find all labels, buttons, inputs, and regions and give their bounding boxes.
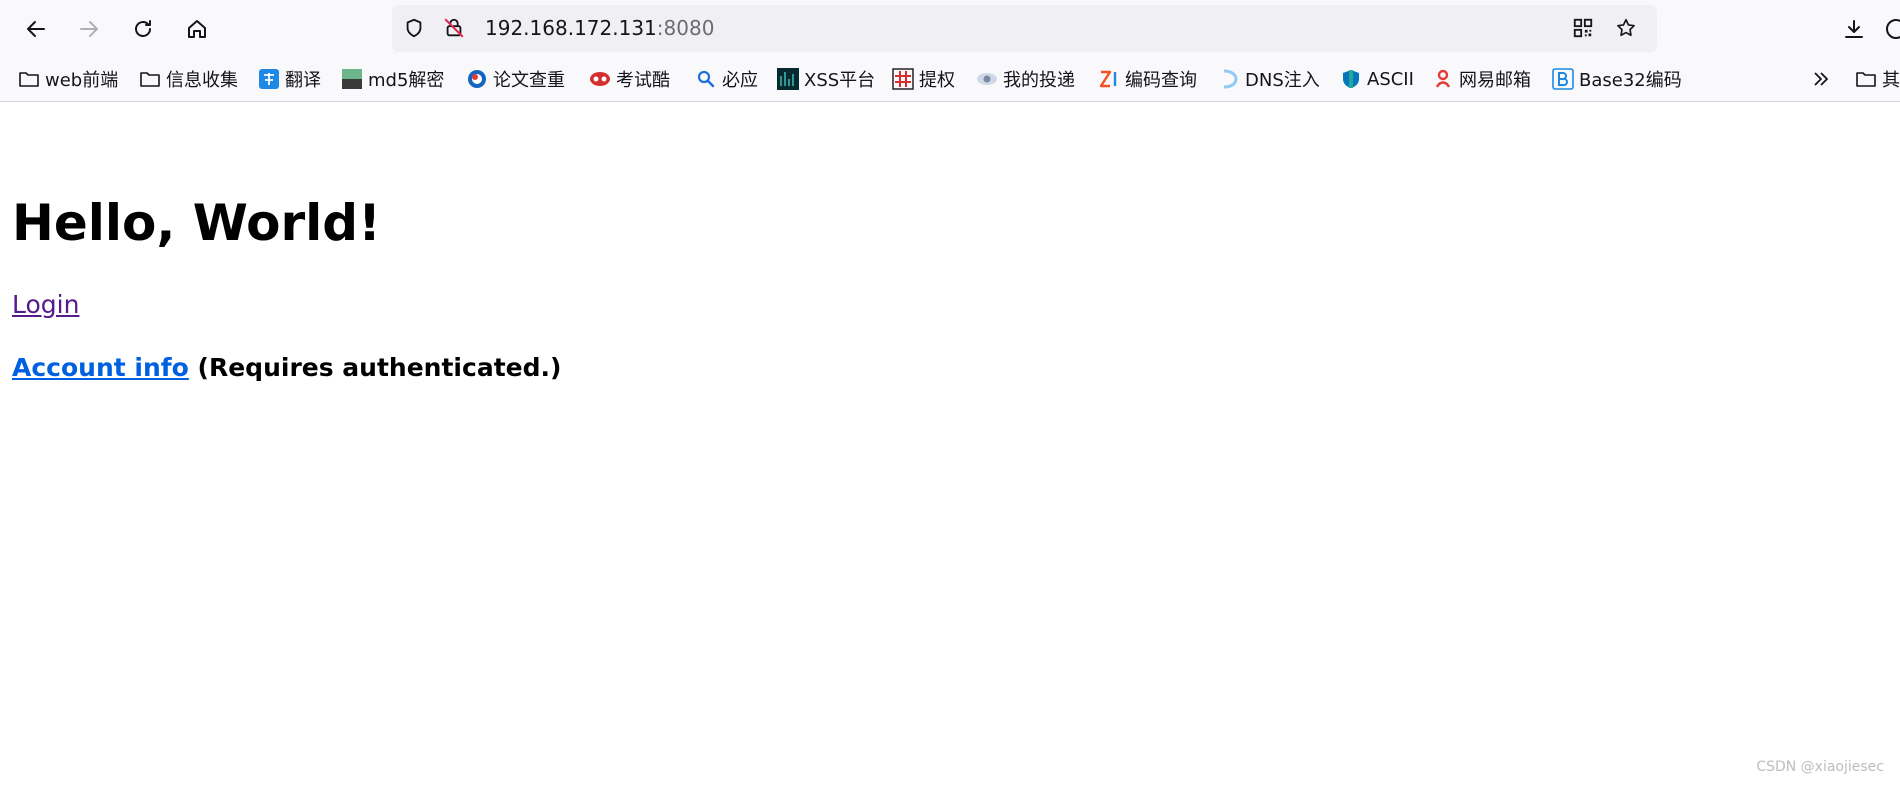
home-icon [188, 20, 206, 38]
bookmark-ascii[interactable]: ASCII [1340, 65, 1414, 93]
qr-code-icon[interactable] [1571, 16, 1595, 40]
exam-icon [589, 68, 611, 90]
bookmark-label: Base32编码 [1579, 70, 1682, 91]
chevron-double-right-icon [1810, 68, 1832, 90]
bookmark-xss[interactable]: XSS平台 [777, 65, 875, 93]
account-button[interactable] [1884, 10, 1900, 48]
bookmark-label: 其 [1882, 70, 1900, 91]
account-info-link[interactable]: Account info [12, 353, 189, 382]
md5-icon [341, 68, 363, 90]
bookmark-exam[interactable]: 考试酷 [589, 65, 670, 93]
home-button[interactable] [178, 10, 216, 48]
bookmark-label: 编码查询 [1125, 70, 1197, 91]
folder-icon [18, 68, 40, 90]
netease-mail-icon [1432, 68, 1454, 90]
url-text[interactable]: 192.168.172.131:8080 [485, 16, 714, 40]
page-title: Hello, World! [12, 194, 381, 252]
bookmark-bing[interactable]: 必应 [695, 65, 758, 93]
address-bar[interactable]: 192.168.172.131:8080 [392, 5, 1657, 52]
forward-arrow-icon [80, 21, 98, 37]
ascii-shield-icon [1340, 68, 1362, 90]
eye-icon [976, 68, 998, 90]
browser-toolbar: 192.168.172.131:8080 [0, 0, 1900, 58]
bookmark-label: 考试酷 [616, 70, 670, 91]
translate-icon [258, 68, 280, 90]
back-button[interactable] [17, 10, 55, 48]
account-icon [1886, 19, 1900, 39]
bookmark-folder-web-frontend[interactable]: web前端 [18, 65, 118, 93]
folder-icon [1855, 68, 1877, 90]
dns-icon [1218, 68, 1240, 90]
bookmark-label: 信息收集 [166, 70, 238, 91]
account-info-line: Account info (Requires authenticated.) [12, 351, 561, 385]
url-port: :8080 [656, 16, 715, 40]
bookmark-label: 论文查重 [493, 70, 565, 91]
bookmark-label: 我的投递 [1003, 70, 1075, 91]
base32-icon [1552, 68, 1574, 90]
bookmark-paper-check[interactable]: 论文查重 [466, 65, 565, 93]
xss-icon [777, 68, 799, 90]
reload-button[interactable] [124, 10, 162, 48]
bookmark-label: 网易邮箱 [1459, 70, 1531, 91]
bookmark-privilege-escalation[interactable]: 提权 [892, 65, 955, 93]
reload-icon [135, 20, 151, 37]
bookmark-label: XSS平台 [804, 70, 876, 91]
bookmark-label: DNS注入 [1245, 70, 1320, 91]
tracking-shield-icon[interactable] [402, 16, 426, 40]
back-arrow-icon [27, 21, 45, 37]
bookmark-label: 提权 [919, 70, 955, 91]
bookmarks-bar: web前端 信息收集 翻译 md5解密 论文查重 考试酷 必应 XSS平台 提权… [0, 58, 1900, 102]
bookmark-encoding-lookup[interactable]: 编码查询 [1098, 65, 1197, 93]
watermark: CSDN @xiaojiesec [1756, 759, 1884, 775]
hash-grid-icon [892, 68, 914, 90]
bookmarks-overflow-button[interactable] [1810, 65, 1837, 93]
bookmark-star-icon[interactable] [1614, 16, 1638, 40]
bing-search-icon [695, 68, 717, 90]
forward-button[interactable] [70, 10, 108, 48]
bookmark-label: md5解密 [368, 70, 445, 91]
zi-icon [1098, 68, 1120, 90]
bookmark-dns-injection[interactable]: DNS注入 [1218, 65, 1320, 93]
bookmark-label: 翻译 [285, 70, 321, 91]
auth-requirement-note: (Requires authenticated.) [188, 353, 562, 382]
insecure-lock-icon[interactable] [442, 16, 466, 40]
bookmark-netease-mail[interactable]: 网易邮箱 [1432, 65, 1531, 93]
bookmark-translate[interactable]: 翻译 [258, 65, 321, 93]
folder-icon [139, 68, 161, 90]
paper-check-icon [466, 68, 488, 90]
bookmark-label: web前端 [45, 70, 119, 91]
login-link[interactable]: Login [12, 288, 79, 322]
url-host: 192.168.172.131 [485, 16, 657, 40]
bookmark-my-deliveries[interactable]: 我的投递 [976, 65, 1075, 93]
bookmark-base32[interactable]: Base32编码 [1552, 65, 1682, 93]
bookmark-md5[interactable]: md5解密 [341, 65, 444, 93]
bookmark-folder-other[interactable]: 其 [1855, 65, 1900, 93]
bookmark-label: 必应 [722, 70, 758, 91]
bookmark-folder-info-gathering[interactable]: 信息收集 [139, 65, 238, 93]
bookmark-label: ASCII [1367, 68, 1414, 90]
downloads-button[interactable] [1835, 10, 1873, 48]
download-icon [1845, 20, 1863, 38]
